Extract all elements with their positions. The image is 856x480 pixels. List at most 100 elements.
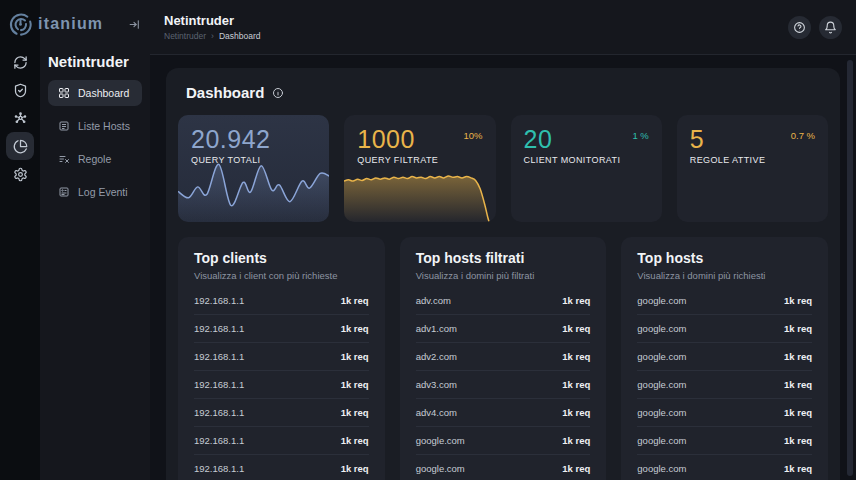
row-name: google.com [637,295,686,306]
row-value: 1k req [784,295,812,306]
row-name: 192.168.1.1 [194,463,244,474]
main-area: Netintruder Netintruder › Dashboard [150,0,856,480]
list-title: Top clients [194,250,369,266]
sidebar-item-dashboard[interactable]: Dashboard [48,80,142,106]
stat-value: 20 [524,126,621,152]
row-value: 1k req [341,295,369,306]
list-row[interactable]: 192.168.1.11k req [194,398,369,426]
list-row[interactable]: 192.168.1.11k req [194,370,369,398]
row-name: 192.168.1.1 [194,379,244,390]
sidebar-item-label: Log Eventi [78,186,128,198]
list-row[interactable]: google.com 1k req [637,314,812,342]
list-row[interactable]: 192.168.1.1 1k req [194,314,369,342]
sidebar-item-log-eventi[interactable]: Log Eventi [48,179,142,205]
row-value: 1k req [562,463,590,474]
row-name: google.com [416,463,465,474]
list-row[interactable]: adv4.com 1k req [416,398,591,426]
row-name: google.com [637,463,686,474]
list-row[interactable]: google.com1k req [637,426,812,454]
list-row[interactable]: google.com 1k req [416,426,591,454]
list-row[interactable]: google.com1k req [637,370,812,398]
log-icon [58,186,70,198]
refresh-icon[interactable] [6,48,34,76]
list-row[interactable]: google.com1k req [637,398,812,426]
sidebar-item-label: Liste Hosts [78,120,130,132]
stat-card-query-filtrate: 1000QUERY FILTRATE10% [344,115,495,222]
brand-logo-icon [7,0,34,48]
row-name: adv1.com [416,323,457,334]
help-button[interactable] [788,16,811,39]
row-name: adv4.com [416,407,457,418]
stat-card-regole-attive: 5REGOLE ATTIVE0.7 % [677,115,828,222]
lists-row: Top clientsVisualizza i client con più r… [178,237,828,480]
list-row[interactable]: 192.168.1.1 1k req [194,454,369,480]
row-value: 1k req [562,323,590,334]
list-title: Top hosts filtrati [416,250,591,266]
row-value: 1k req [562,351,590,362]
row-value: 1k req [341,323,369,334]
vertical-scrollbar[interactable] [847,60,853,476]
row-value: 1k req [784,463,812,474]
row-value: 1k req [784,323,812,334]
list-icon [58,120,70,132]
dashboard-panel: Dashboard 20.942QUERY TOTALI1000QUERY FI… [166,68,840,480]
row-name: adv.com [416,295,451,306]
sparkline-chart [344,158,495,222]
breadcrumb-separator: › [211,31,214,41]
settings-gear-icon[interactable] [6,160,34,188]
list-row[interactable]: google.com 1k req [637,454,812,480]
list-row[interactable]: google.com 1k req [416,454,591,480]
app-root: itanium Netintruder Dashboard Liste Hosts… [0,0,856,480]
topbar: Netintruder Netintruder › Dashboard [150,0,856,55]
row-value: 1k req [784,379,812,390]
row-value: 1k req [784,407,812,418]
sidebar: itanium Netintruder DashboardListe Hosts… [40,0,150,480]
stat-delta: 1 % [632,130,648,141]
row-name: 192.168.1.1 [194,351,244,362]
row-name: 192.168.1.1 [194,407,244,418]
row-name: google.com [637,323,686,334]
row-name: google.com [416,435,465,446]
page-header-title: Netintruder [164,13,261,28]
brand-name: itanium [38,15,103,33]
notifications-button[interactable] [819,16,842,39]
list-row[interactable]: google.com1k req [637,342,812,370]
collapse-sidebar-icon[interactable] [128,18,141,31]
row-value: 1k req [562,435,590,446]
stat-value: 1000 [357,126,438,152]
sidebar-header: itanium [40,0,150,48]
row-value: 1k req [784,351,812,362]
list-row[interactable]: 192.168.1.1 1k req [194,287,369,314]
list-row[interactable]: adv.com1k req [416,287,591,314]
row-value: 1k req [562,407,590,418]
row-value: 1k req [341,351,369,362]
stat-label: REGOLE ATTIVE [690,155,766,165]
row-name: 192.168.1.1 [194,295,244,306]
list-row[interactable]: adv1.com 1k req [416,314,591,342]
row-name: adv3.com [416,379,457,390]
radar-pie-icon[interactable] [6,132,34,160]
list-row[interactable]: adv3.com1k req [416,370,591,398]
network-hub-icon[interactable] [6,104,34,132]
list-row[interactable]: adv2.com1k req [416,342,591,370]
list-card-top-hosts: Top hostsVisualizza i domini più richies… [621,237,828,480]
row-name: 192.168.1.1 [194,323,244,334]
grid-icon [58,87,70,99]
info-icon[interactable] [272,87,284,99]
breadcrumb: Netintruder › Dashboard [164,31,261,41]
icon-rail [0,0,40,480]
sidebar-item-liste-hosts[interactable]: Liste Hosts [48,113,142,139]
topbar-actions [788,16,842,39]
content-scroll-area[interactable]: Dashboard 20.942QUERY TOTALI1000QUERY FI… [150,55,856,480]
stat-value: 20.942 [191,126,270,152]
breadcrumb-parent[interactable]: Netintruder [164,31,206,41]
list-row[interactable]: 192.168.1.1 1k req [194,342,369,370]
list-title: Top hosts [637,250,812,266]
row-value: 1k req [341,463,369,474]
sidebar-item-label: Dashboard [78,87,129,99]
shield-check-icon[interactable] [6,76,34,104]
list-row[interactable]: google.com 1k req [637,287,812,314]
sidebar-item-regole[interactable]: Regole [48,146,142,172]
list-row[interactable]: 192.168.1.11k req [194,426,369,454]
stat-value: 5 [690,126,766,152]
